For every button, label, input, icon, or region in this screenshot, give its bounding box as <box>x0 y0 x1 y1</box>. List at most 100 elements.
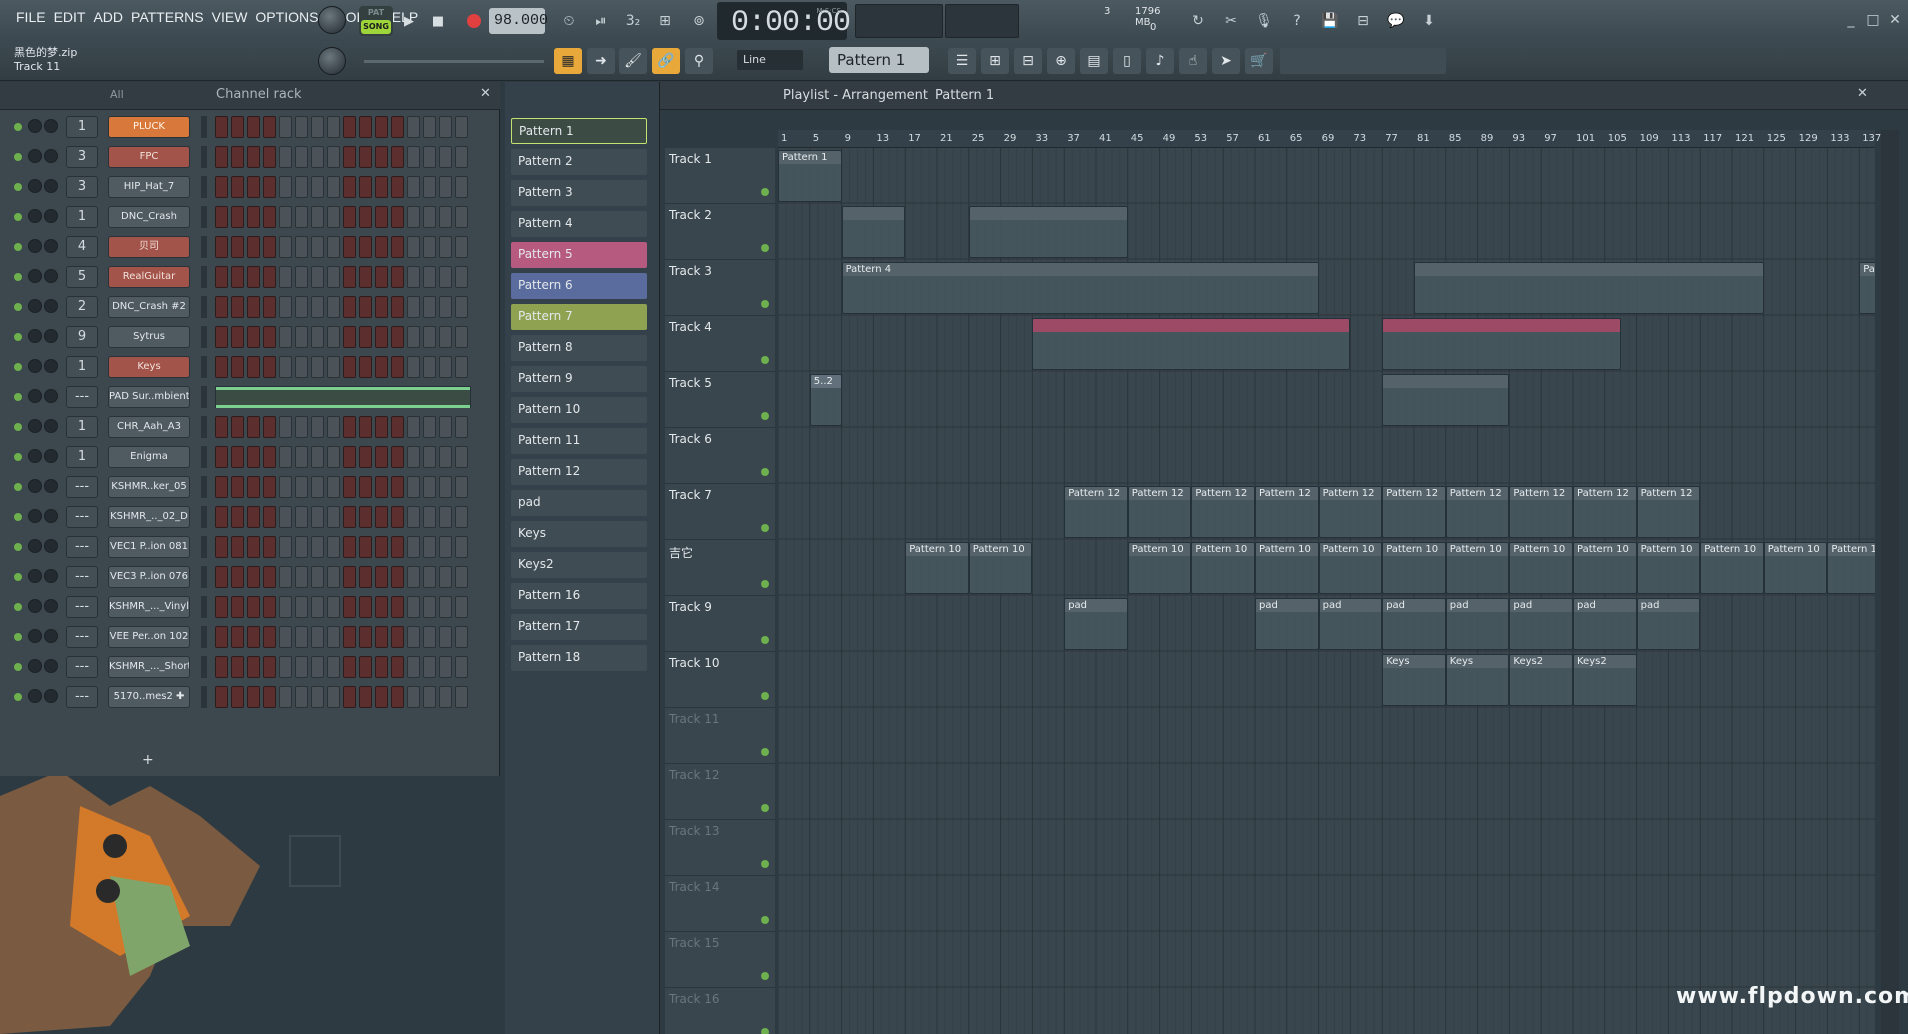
step-button[interactable] <box>343 146 356 168</box>
step-button[interactable] <box>279 566 292 588</box>
pan-knob[interactable] <box>28 299 42 313</box>
track-header[interactable]: Track 6 <box>665 428 775 484</box>
step-button[interactable] <box>279 236 292 258</box>
track-mute-led[interactable] <box>761 468 769 476</box>
pattern-list-item[interactable]: Pattern 1 <box>511 118 647 144</box>
playlist-clip[interactable]: Pattern 4 <box>1859 262 1875 314</box>
step-button[interactable] <box>215 266 228 288</box>
step-button[interactable] <box>343 176 356 198</box>
track-mute-led[interactable] <box>761 188 769 196</box>
playlist-clip[interactable] <box>1382 318 1621 370</box>
volume-knob[interactable] <box>44 299 58 313</box>
step-button[interactable] <box>327 146 340 168</box>
step-button[interactable] <box>279 416 292 438</box>
step-button[interactable] <box>455 176 468 198</box>
step-button[interactable] <box>455 626 468 648</box>
channel-rack-icon[interactable]: ⊞ <box>981 48 1009 74</box>
step-button[interactable] <box>359 296 372 318</box>
volume-knob[interactable] <box>44 449 58 463</box>
step-button[interactable] <box>215 566 228 588</box>
mixer-track-number[interactable]: 1 <box>66 356 98 378</box>
step-button[interactable] <box>327 236 340 258</box>
volume-knob[interactable] <box>44 239 58 253</box>
volume-knob[interactable] <box>44 659 58 673</box>
channel-name-button[interactable]: 5170..mes2 ✚ <box>108 686 190 708</box>
step-button[interactable] <box>279 206 292 228</box>
track-mute-led[interactable] <box>761 300 769 308</box>
step-button[interactable] <box>375 506 388 528</box>
mixer-view-icon[interactable]: ⊟ <box>1014 48 1042 74</box>
channel-name-button[interactable]: KSHMR_.._02_D <box>108 506 190 528</box>
step-button[interactable] <box>455 596 468 618</box>
playlist-clip[interactable] <box>1032 318 1351 370</box>
metronome-icon[interactable]: ⏲ <box>556 9 582 33</box>
step-button[interactable] <box>279 116 292 138</box>
step-button[interactable] <box>311 566 324 588</box>
channel-name-button[interactable]: KSHMR..ker_05 <box>108 476 190 498</box>
step-button[interactable] <box>279 656 292 678</box>
brush-icon[interactable]: 🖌 <box>619 48 647 74</box>
volume-knob[interactable] <box>44 359 58 373</box>
step-button[interactable] <box>327 116 340 138</box>
step-button[interactable] <box>263 176 276 198</box>
step-button[interactable] <box>263 656 276 678</box>
mixer-track-number[interactable]: 1 <box>66 446 98 468</box>
step-button[interactable] <box>375 416 388 438</box>
menu-patterns[interactable]: PATTERNS <box>131 9 204 25</box>
step-button[interactable] <box>327 626 340 648</box>
step-button[interactable] <box>359 566 372 588</box>
step-button[interactable] <box>423 296 436 318</box>
step-button[interactable] <box>423 146 436 168</box>
step-button[interactable] <box>439 236 452 258</box>
step-button[interactable] <box>263 536 276 558</box>
step-button[interactable] <box>311 656 324 678</box>
step-button[interactable] <box>279 146 292 168</box>
track-mute-led[interactable] <box>761 972 769 980</box>
step-button[interactable] <box>455 236 468 258</box>
mute-led[interactable] <box>14 573 22 581</box>
track-header[interactable]: Track 11 <box>665 708 775 764</box>
step-button[interactable] <box>391 176 404 198</box>
step-button[interactable] <box>215 476 228 498</box>
step-button[interactable] <box>295 266 308 288</box>
step-button[interactable] <box>407 146 420 168</box>
step-button[interactable] <box>407 596 420 618</box>
step-button[interactable] <box>391 446 404 468</box>
pan-knob[interactable] <box>28 539 42 553</box>
step-button[interactable] <box>231 176 244 198</box>
channel-name-button[interactable]: PAD Sur..mbient <box>108 386 190 408</box>
step-button[interactable] <box>263 146 276 168</box>
step-button[interactable] <box>375 146 388 168</box>
pattern-list-item[interactable]: Pattern 5 <box>511 242 647 268</box>
channel-name-button[interactable]: CHR_Aah_A3 <box>108 416 190 438</box>
mute-led[interactable] <box>14 243 22 251</box>
step-button[interactable] <box>215 296 228 318</box>
step-button[interactable] <box>391 476 404 498</box>
track-header[interactable]: Track 5 <box>665 372 775 428</box>
volume-knob[interactable] <box>44 689 58 703</box>
step-button[interactable] <box>295 416 308 438</box>
step-button[interactable] <box>279 536 292 558</box>
track-header[interactable]: Track 16 <box>665 988 775 1034</box>
tempo-field[interactable]: 98.000 <box>489 8 548 34</box>
playlist-clip[interactable]: Pattern 10 <box>968 542 1033 594</box>
step-button[interactable] <box>327 296 340 318</box>
stamp-icon[interactable]: ⚲ <box>685 48 713 74</box>
channel-name-button[interactable]: KSHMR_..._Short <box>108 656 190 678</box>
step-button[interactable] <box>343 416 356 438</box>
pan-knob[interactable] <box>28 359 42 373</box>
step-button[interactable] <box>359 176 372 198</box>
step-button[interactable] <box>359 626 372 648</box>
step-button[interactable] <box>215 506 228 528</box>
pattern-list-item[interactable]: Keys <box>511 521 647 547</box>
track-mute-led[interactable] <box>761 692 769 700</box>
step-button[interactable] <box>311 326 324 348</box>
mic-icon[interactable]: 🎙 <box>1251 9 1277 33</box>
mixer-track-number[interactable]: --- <box>66 566 98 588</box>
playlist-clip[interactable]: pad <box>1573 598 1637 650</box>
step-button[interactable] <box>391 596 404 618</box>
mute-led[interactable] <box>14 543 22 551</box>
step-button[interactable] <box>359 536 372 558</box>
add-channel-button[interactable]: + <box>142 752 154 768</box>
step-button[interactable] <box>439 476 452 498</box>
